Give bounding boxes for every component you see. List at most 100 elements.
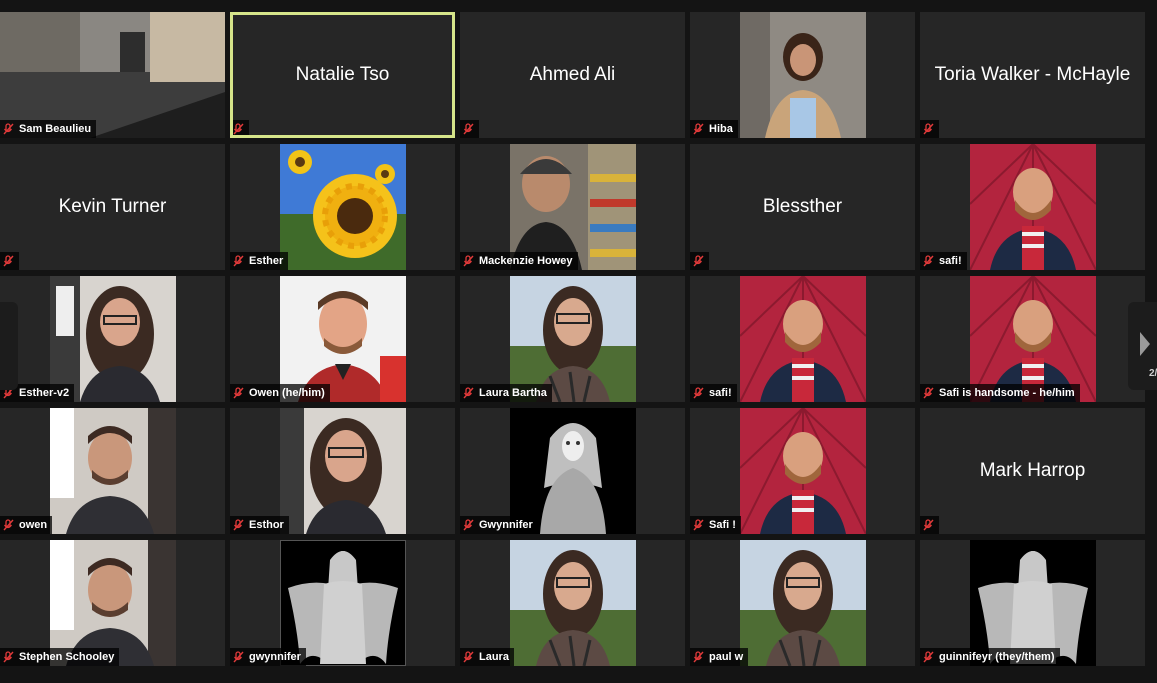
sunflower-photo [279,144,406,270]
gallery-grid: Sam Beaulieu Natalie Tso Ahmed Ali Hiba … [0,12,1157,670]
name-label [0,252,19,270]
muted-mic-icon [3,519,14,531]
participant-name: gwynnifer [249,651,301,663]
participant-name: paul w [709,651,744,663]
name-label: Esthor [230,516,289,534]
participant-tile[interactable]: Stephen Schooley [0,540,225,666]
participant-tile[interactable]: Safi is handsome - he/him [920,276,1145,402]
participant-name: Esthor [249,519,284,531]
muted-mic-icon [3,255,14,267]
muted-mic-icon [463,519,474,531]
muted-mic-icon [693,387,704,399]
participant-tile[interactable]: owen [0,408,225,534]
page-indicator: 2/ [1149,368,1157,379]
muted-mic-icon [463,651,474,663]
participant-name: owen [19,519,48,531]
name-label [920,516,939,534]
muted-mic-icon [233,255,244,267]
participant-tile[interactable]: paul w [690,540,915,666]
participant-tile[interactable]: Owen (he/him) [230,276,455,402]
muted-mic-icon [923,387,934,399]
participant-tile[interactable]: safi! [920,144,1145,270]
participant-name: safi! [939,255,962,267]
next-page-button[interactable]: 2/ [1128,302,1157,390]
video-feed [509,540,636,666]
previous-page-handle [0,302,18,390]
participant-tile[interactable]: Esther [230,144,455,270]
name-label: owen [0,516,53,534]
participant-tile[interactable]: Esther-v2 [0,276,225,402]
participant-tile[interactable]: gwynnifer [230,540,455,666]
name-label [460,120,479,138]
muted-mic-icon [693,651,704,663]
participant-tile[interactable]: Ahmed Ali [460,12,685,138]
name-label: Gwynnifer [460,516,538,534]
participant-tile[interactable]: Kevin Turner [0,144,225,270]
participant-name: Owen (he/him) [249,387,325,399]
chevron-right-icon [1140,332,1150,356]
video-feed [279,408,406,534]
muted-mic-icon [923,651,934,663]
participant-name: Laura [479,651,509,663]
muted-mic-icon [233,123,244,135]
video-feed [969,144,1096,270]
participant-tile[interactable]: Mark Harrop [920,408,1145,534]
name-label: safi! [920,252,967,270]
participant-tile[interactable]: safi! [690,276,915,402]
participant-tile[interactable]: guinnifeyr (they/them) [920,540,1145,666]
participant-tile[interactable]: Sam Beaulieu [0,12,225,138]
muted-mic-icon [463,123,474,135]
name-label: gwynnifer [230,648,306,666]
participant-tile[interactable]: Laura [460,540,685,666]
muted-mic-icon [693,123,704,135]
participant-display-name: Mark Harrop [979,460,1086,481]
name-label: Safi ! [690,516,741,534]
name-label: paul w [690,648,749,666]
name-label: Esther [230,252,289,270]
muted-mic-icon [233,387,244,399]
name-label: guinnifeyr (they/them) [920,648,1060,666]
name-label: Stephen Schooley [0,648,120,666]
name-label [233,120,249,135]
participant-tile-active-speaker[interactable]: Natalie Tso [230,12,455,138]
name-label [920,120,939,138]
name-label: Safi is handsome - he/him [920,384,1080,402]
participant-display-name: Blessther [762,196,843,217]
participant-name: Esther [249,255,284,267]
muted-mic-icon [3,123,14,135]
participant-tile[interactable]: Safi ! [690,408,915,534]
participant-tile[interactable]: Blessther [690,144,915,270]
muted-mic-icon [693,519,704,531]
participant-name: Mackenzie Howey [479,255,573,267]
video-feed [739,276,866,402]
muted-mic-icon [463,255,474,267]
participant-tile[interactable]: Mackenzie Howey [460,144,685,270]
participant-tile[interactable]: Gwynnifer [460,408,685,534]
participant-tile[interactable]: Hiba [690,12,915,138]
participant-name: Safi ! [709,519,736,531]
name-label: safi! [690,384,737,402]
muted-mic-icon [923,255,934,267]
muted-mic-icon [463,387,474,399]
name-label: Laura [460,648,514,666]
participant-name: Safi is handsome - he/him [939,387,1075,399]
participant-display-name: Kevin Turner [58,196,167,217]
muted-mic-icon [233,519,244,531]
muted-mic-icon [923,519,934,531]
participant-tile[interactable]: Esthor [230,408,455,534]
muted-mic-icon [693,255,704,267]
participant-name: Esther-v2 [19,387,70,399]
name-label: Sam Beaulieu [0,120,97,138]
participant-name: safi! [709,387,732,399]
name-label: Laura Bartha [460,384,552,402]
muted-mic-icon [923,123,934,135]
participant-tile[interactable]: Toria Walker - McHayle [920,12,1145,138]
muted-mic-icon [3,651,14,663]
participant-name: Stephen Schooley [19,651,115,663]
name-label [690,252,709,270]
video-feed [49,408,176,534]
participant-display-name: Natalie Tso [295,64,390,85]
video-feed [739,408,866,534]
participant-tile[interactable]: Laura Bartha [460,276,685,402]
participant-display-name: Toria Walker - McHayle [934,64,1131,85]
